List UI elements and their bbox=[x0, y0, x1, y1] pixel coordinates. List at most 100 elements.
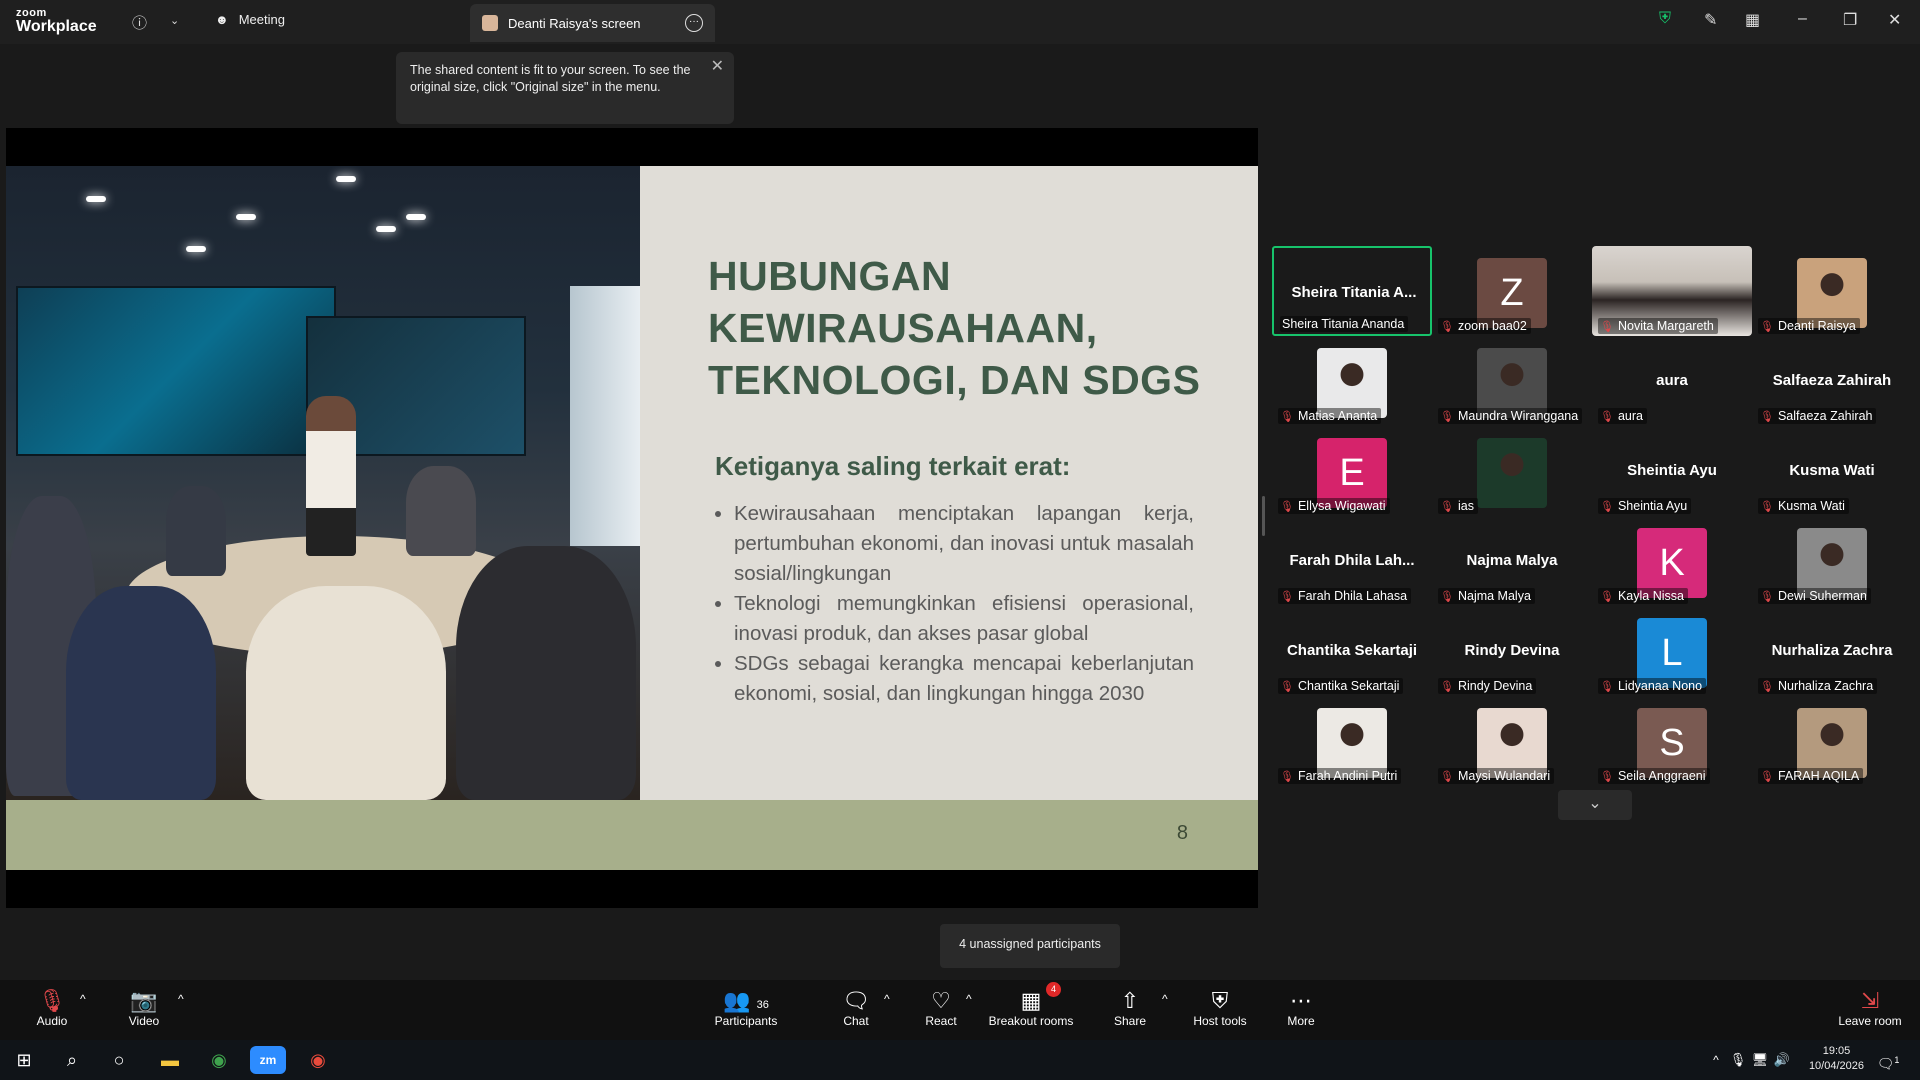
more-button[interactable]: ⋯ More bbox=[1283, 988, 1319, 1028]
participant-tile[interactable]: Z 🎙 zoom baa02 bbox=[1432, 246, 1592, 336]
chrome-icon[interactable]: ◉ bbox=[300, 1046, 336, 1074]
clock-time: 19:05 bbox=[1822, 1045, 1851, 1057]
slide-title-line: TEKNOLOGI, DAN SDGS bbox=[708, 357, 1201, 403]
participant-name-label: 🎙 Seila Anggraeni bbox=[1598, 768, 1710, 784]
participant-tile[interactable]: aura 🎙 aura bbox=[1592, 336, 1752, 426]
ceiling-light bbox=[406, 214, 426, 220]
share-options-icon[interactable]: ^ bbox=[1162, 992, 1168, 1006]
participant-tile[interactable]: K 🎙 Kayla Nissa bbox=[1592, 516, 1752, 606]
clock-date: 10/04/2026 bbox=[1808, 1060, 1864, 1072]
tab-shared-screen[interactable]: Deanti Raisya's screen ··· bbox=[470, 4, 715, 42]
more-icon: ⋯ bbox=[1290, 988, 1312, 1013]
chat-icon: 🗨 bbox=[842, 988, 870, 1013]
layout-icon[interactable]: ▦ bbox=[1745, 10, 1760, 30]
panel-resize-handle[interactable] bbox=[1262, 496, 1265, 536]
close-icon[interactable]: ✕ bbox=[711, 58, 724, 75]
participant-name: Farah Dhila Lahasa bbox=[1297, 589, 1408, 603]
participant-tile[interactable]: 🎙 Maundra Wiranggana bbox=[1432, 336, 1592, 426]
notification-icon[interactable]: 🗨1 bbox=[1870, 1046, 1906, 1074]
participant-tile[interactable]: 🎙 Novita Margareth bbox=[1592, 246, 1752, 336]
shield-icon[interactable]: ⛨ bbox=[1659, 10, 1671, 28]
participant-tile[interactable]: Kusma Wati 🎙 Kusma Wati bbox=[1752, 426, 1912, 516]
chrome-icon[interactable]: ◉ bbox=[201, 1046, 237, 1074]
participant-tile[interactable]: Farah Dhila Lah... 🎙 Farah Dhila Lahasa bbox=[1272, 516, 1432, 606]
breakout-rooms-button[interactable]: ▦ 4 Breakout rooms bbox=[986, 982, 1076, 1028]
participant-name: Sheintia Ayu bbox=[1617, 499, 1688, 513]
window bbox=[570, 286, 640, 546]
participant-display-name: Najma Malya bbox=[1466, 552, 1558, 569]
participant-tile[interactable]: 🎙 Dewi Suherman bbox=[1752, 516, 1912, 606]
participant-display-name: Sheintia Ayu bbox=[1627, 462, 1717, 479]
participant-display-name: Sheira Titania A... bbox=[1291, 284, 1417, 301]
participant-tile[interactable]: Salfaeza Zahirah 🎙 Salfaeza Zahirah bbox=[1752, 336, 1912, 426]
meeting-photo bbox=[6, 166, 640, 800]
react-label: React bbox=[925, 1014, 957, 1028]
audio-options-icon[interactable]: ^ bbox=[80, 992, 86, 1006]
mic-muted-icon: 🎙 bbox=[1280, 590, 1294, 603]
mic-muted-icon: 🎙 bbox=[1600, 410, 1614, 423]
windows-start-icon[interactable]: ⊞ bbox=[6, 1046, 42, 1074]
participant-name-label: 🎙 Rindy Devina bbox=[1438, 678, 1537, 694]
react-options-icon[interactable]: ^ bbox=[966, 992, 972, 1006]
leave-room-button[interactable]: ⇲ Leave room bbox=[1836, 988, 1904, 1028]
participants-button[interactable]: 👥 36 Participants bbox=[710, 988, 782, 1028]
chat-label: Chat bbox=[843, 1014, 869, 1028]
participant-tile[interactable]: 🎙 Maysi Wulandari bbox=[1432, 696, 1592, 786]
participant-tile[interactable]: 🎙 Matias Ananta bbox=[1272, 336, 1432, 426]
video-options-icon[interactable]: ^ bbox=[178, 992, 184, 1006]
system-clock[interactable]: 19:05 10/04/2026 bbox=[1809, 1044, 1864, 1074]
participant-name-label: 🎙 Sheintia Ayu bbox=[1598, 498, 1692, 514]
share-button[interactable]: ⇧ Share bbox=[1110, 988, 1150, 1028]
slide-title: HUBUNGAN KEWIRAUSAHAAN, TEKNOLOGI, DAN S… bbox=[708, 250, 1200, 406]
participant-tile[interactable]: Sheira Titania A... Sheira Titania Ananda bbox=[1272, 246, 1432, 336]
task-view-icon[interactable]: ○ bbox=[101, 1046, 137, 1074]
participant-tile[interactable]: L 🎙 Lidyanaa Nono bbox=[1592, 606, 1752, 696]
participant-tile[interactable]: Najma Malya 🎙 Najma Malya bbox=[1432, 516, 1592, 606]
search-icon[interactable]: ⌕ bbox=[54, 1046, 90, 1074]
zoom-app-icon[interactable]: zm bbox=[250, 1046, 286, 1074]
host-tools-button[interactable]: ⛨ Host tools bbox=[1186, 988, 1254, 1028]
chevron-down-icon[interactable]: ⌄ bbox=[170, 14, 179, 27]
participant-tile[interactable]: E 🎙 Ellysa Wigawati bbox=[1272, 426, 1432, 516]
react-button[interactable]: ♡ React bbox=[921, 988, 961, 1028]
chat-button[interactable]: 🗨 Chat bbox=[836, 988, 876, 1028]
maximize-icon[interactable]: ❐ bbox=[1843, 10, 1857, 30]
audio-button[interactable]: 🎙 Audio bbox=[30, 988, 74, 1028]
minimize-icon[interactable]: – bbox=[1798, 10, 1807, 28]
title-bar: zoom Workplace ⓘ ⌄ ☻ Meeting Deanti Rais… bbox=[0, 0, 1920, 44]
breakout-label: Breakout rooms bbox=[988, 1014, 1074, 1028]
participant-tile[interactable]: Rindy Devina 🎙 Rindy Devina bbox=[1432, 606, 1592, 696]
mic-muted-icon: 🎙 bbox=[1760, 320, 1774, 333]
volume-icon[interactable]: 🔊 bbox=[1764, 1046, 1800, 1074]
participant-name-label: 🎙 Matias Ananta bbox=[1278, 408, 1382, 424]
participant-name: Nurhaliza Zachra bbox=[1777, 679, 1874, 693]
participant-tile[interactable]: 🎙 Deanti Raisya bbox=[1752, 246, 1912, 336]
tab-meeting[interactable]: ☻ Meeting bbox=[215, 12, 285, 27]
participant-tile[interactable]: Nurhaliza Zachra 🎙 Nurhaliza Zachra bbox=[1752, 606, 1912, 696]
participant-tile[interactable]: 🎙 ias bbox=[1432, 426, 1592, 516]
leave-label: Leave room bbox=[1838, 1014, 1902, 1028]
close-icon[interactable]: ✕ bbox=[1888, 10, 1901, 30]
pen-icon[interactable]: ✎ bbox=[1704, 10, 1717, 30]
participant-tile[interactable]: S 🎙 Seila Anggraeni bbox=[1592, 696, 1752, 786]
participants-count: 36 bbox=[756, 999, 769, 1011]
attendee bbox=[246, 586, 446, 800]
unassigned-participants-tooltip: 4 unassigned participants bbox=[940, 924, 1120, 968]
gallery-scroll-down-button[interactable]: ⌄ bbox=[1558, 790, 1632, 820]
attendee bbox=[166, 486, 226, 576]
participant-tile[interactable]: 🎙 Farah Andini Putri bbox=[1272, 696, 1432, 786]
participant-tile[interactable]: Chantika Sekartaji 🎙 Chantika Sekartaji bbox=[1272, 606, 1432, 696]
file-explorer-icon[interactable]: ▬ bbox=[152, 1046, 188, 1074]
mic-muted-icon: 🎙 bbox=[1760, 770, 1774, 783]
info-icon[interactable]: ⓘ bbox=[132, 12, 147, 33]
more-options-icon[interactable]: ··· bbox=[685, 14, 703, 32]
participant-tile[interactable]: Sheintia Ayu 🎙 Sheintia Ayu bbox=[1592, 426, 1752, 516]
participant-tile[interactable]: 🎙 FARAH AQILA bbox=[1752, 696, 1912, 786]
participant-name-label: 🎙 Salfaeza Zahirah bbox=[1758, 408, 1877, 424]
fit-screen-tooltip: The shared content is fit to your screen… bbox=[396, 52, 734, 124]
participant-name-label: 🎙 Dewi Suherman bbox=[1758, 588, 1871, 604]
chat-options-icon[interactable]: ^ bbox=[884, 992, 890, 1006]
video-button[interactable]: 📷 Video bbox=[122, 988, 166, 1028]
ceiling-light bbox=[86, 196, 106, 202]
participant-display-name: Nurhaliza Zachra bbox=[1771, 642, 1893, 659]
